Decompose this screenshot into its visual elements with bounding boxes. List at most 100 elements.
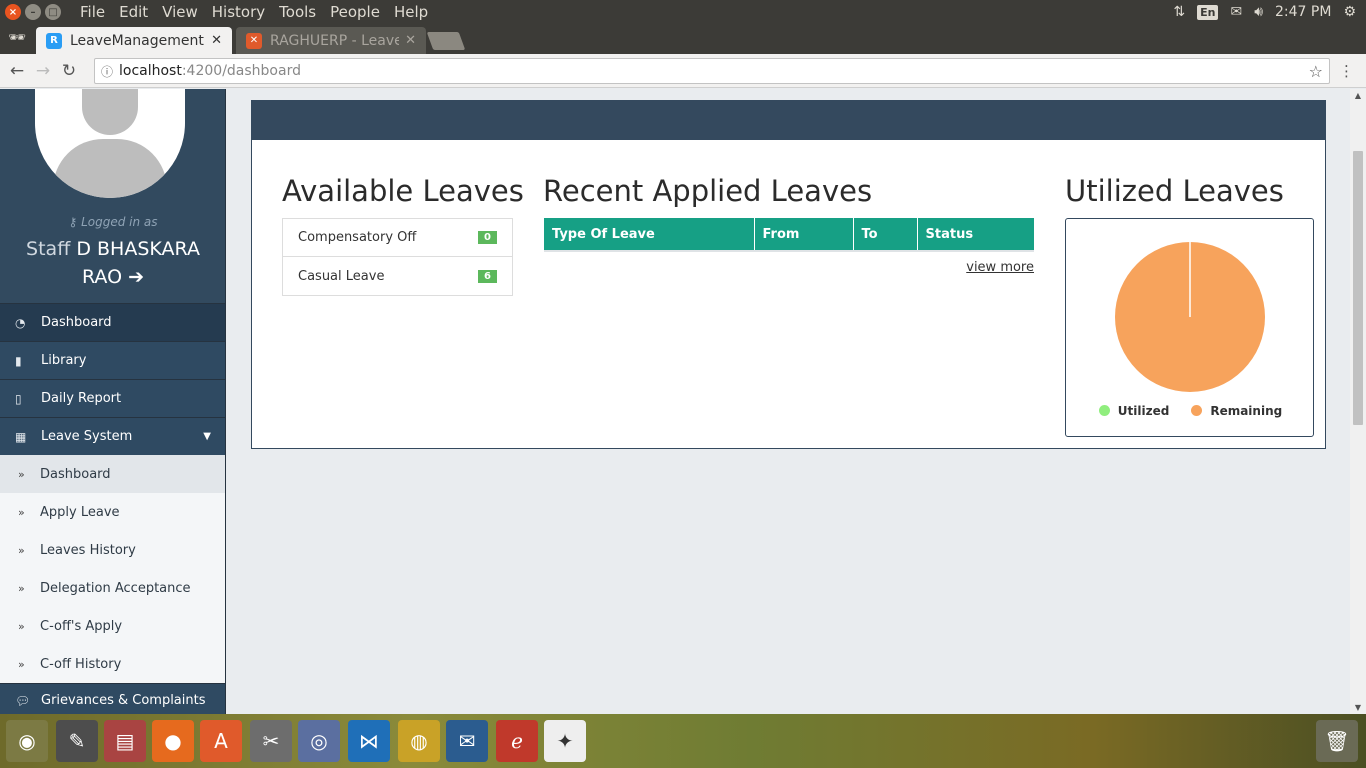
volume-icon[interactable]: 🔊︎ [1254,4,1263,20]
legend-item-remaining[interactable]: Remaining [1191,404,1282,418]
legend-item-utilized[interactable]: Utilized [1098,404,1170,418]
chrome-icon[interactable]: ◍ [398,720,440,762]
chromium-icon[interactable]: ◎ [298,720,340,762]
sidebar-item-library[interactable]: ▮ Library [0,341,225,379]
bookmark-star-icon[interactable]: ☆ [1309,62,1323,81]
menu-history[interactable]: History [205,3,272,21]
network-icon[interactable]: ⇅ [1173,4,1185,20]
sidebar-item-leave-system[interactable]: ▦ Leave System ▼ [0,417,225,455]
table-header-row: Type Of Leave From To Status [544,218,1034,250]
incognito-icon: 🕶︎ [8,30,26,46]
double-chevron-icon: » [18,543,25,557]
sidebar-item-grievances[interactable]: 💬︎ Grievances & Complaints [0,683,225,714]
sidebar-subitem-coff-apply[interactable]: » C-off's Apply [0,607,225,645]
legend-dot [1191,405,1203,416]
ubuntu-logo-icon[interactable]: ◉ [6,720,48,762]
system-tools-icon[interactable]: ✂ [250,720,292,762]
file-icon: ▯ [15,391,22,406]
close-window-button[interactable]: × [5,4,21,20]
trash-icon[interactable]: 🗑︎ [1316,720,1358,762]
url-host: localhost [119,63,182,79]
menu-view[interactable]: View [155,3,205,21]
sidebar-item-label: Library [41,353,87,368]
page-scrollbar[interactable]: ▲ ▼ [1350,89,1366,714]
card-header [251,100,1326,140]
system-menubar: × – □ File Edit View History Tools Peopl… [0,0,1366,24]
favicon-icon: R [46,32,62,49]
tab-close-icon[interactable]: ✕ [211,33,222,48]
tab-strip: 🕶︎ R LeaveManagement ✕ ✕ RAGHUERP - Leav… [0,24,1366,54]
menu-tools[interactable]: Tools [272,3,323,21]
double-chevron-icon: » [18,505,25,519]
page-viewport: ⚷ Logged in as Staff D BHASKARA RAO ➔ ◔ … [0,89,1366,714]
menu-edit[interactable]: Edit [112,3,155,21]
menu-people[interactable]: People [323,3,387,21]
table-divider [544,250,1034,252]
text-editor-icon[interactable]: ✎ [56,720,98,762]
count-badge: 0 [478,231,497,244]
new-tab-button[interactable] [426,32,466,50]
file-manager-icon[interactable]: ▤ [104,720,146,762]
sidebar: ⚷ Logged in as Staff D BHASKARA RAO ➔ ◔ … [0,89,226,714]
sidebar-subitem-label: Delegation Acceptance [40,580,191,596]
sidebar-subitem-leaves-history[interactable]: » Leaves History [0,531,225,569]
clock[interactable]: 2:47 PM [1275,4,1331,20]
logged-in-label: ⚷ Logged in as [0,215,226,229]
reload-icon[interactable]: ↻ [56,61,82,81]
url-path: :4200/dashboard [181,63,301,79]
caret-down-icon: ▼ [203,431,211,442]
forward-arrow-icon[interactable]: → [30,61,56,81]
double-chevron-icon: » [18,467,25,481]
app-icon[interactable]: ℯ [496,720,538,762]
column-header-to[interactable]: To [853,218,918,250]
thunderbird-icon[interactable]: ✉ [446,720,488,762]
comments-icon: 💬︎ [15,693,31,708]
sidebar-item-dashboard[interactable]: ◔ Dashboard [0,303,225,341]
gimp-icon[interactable]: ✦ [544,720,586,762]
sidebar-subitem-delegation-acceptance[interactable]: » Delegation Acceptance [0,569,225,607]
leave-type-label: Compensatory Off [298,230,417,245]
maximize-window-button[interactable]: □ [45,4,61,20]
address-bar[interactable]: ⓘ localhost :4200/dashboard ☆ [94,58,1330,84]
settings-gear-icon[interactable]: ⚙ [1343,4,1356,20]
legend-dot [1098,405,1110,416]
scroll-up-icon[interactable]: ▲ [1350,91,1366,100]
mail-icon[interactable]: ✉ [1230,4,1242,20]
sidebar-subitem-coff-history[interactable]: » C-off History [0,645,225,683]
firefox-icon[interactable]: ● [152,720,194,762]
sidebar-item-daily-report[interactable]: ▯ Daily Report [0,379,225,417]
software-center-icon[interactable]: A [200,720,242,762]
back-arrow-icon[interactable]: ← [4,61,30,81]
available-leaves-title: Available Leaves [282,174,524,208]
avatar-body [53,139,167,198]
sidebar-subitem-apply-leave[interactable]: » Apply Leave [0,493,225,531]
vscode-icon[interactable]: ⋈ [348,720,390,762]
column-header-from[interactable]: From [754,218,854,250]
tab-close-icon[interactable]: ✕ [405,33,416,48]
keyboard-layout-indicator[interactable]: En [1197,4,1219,20]
utilized-leaves-chart: Utilized Remaining [1065,218,1314,437]
view-more-link[interactable]: view more [966,260,1034,275]
sidebar-subitem-label: C-off History [40,656,122,672]
taskbar-dock: ◉ ✎ ▤ ● A ✂ ◎ ⋈ ◍ ✉ ℯ ✦ 🗑︎ [0,714,1366,768]
scrollbar-thumb[interactable] [1353,151,1363,425]
logout-icon[interactable]: ➔ [128,266,144,288]
minimize-window-button[interactable]: – [25,4,41,20]
scroll-down-icon[interactable]: ▼ [1350,703,1366,712]
sidebar-subitem-label: C-off's Apply [40,618,123,634]
column-header-status[interactable]: Status [917,218,1034,250]
user-name-line1: D BHASKARA [76,238,200,260]
info-icon[interactable]: ⓘ [95,63,119,80]
available-leaves-list: Compensatory Off 0 Casual Leave 6 [282,218,513,296]
more-menu-icon[interactable]: ⋮ [1339,62,1354,80]
tab-leave-management[interactable]: R LeaveManagement ✕ [36,27,232,54]
menu-file[interactable]: File [73,3,112,21]
browser-toolbar: ← → ↻ ⓘ localhost :4200/dashboard ☆ ⋮ [0,54,1366,88]
column-header-type[interactable]: Type Of Leave [544,218,755,250]
sidebar-subitem-dashboard[interactable]: » Dashboard [0,455,225,493]
menu-help[interactable]: Help [387,3,435,21]
legend-label: Utilized [1117,404,1170,418]
count-badge: 6 [478,269,497,283]
dashboard-icon: ◔ [15,315,26,330]
tab-raghuerp[interactable]: ✕ RAGHUERP - Leave ✕ [236,27,426,54]
